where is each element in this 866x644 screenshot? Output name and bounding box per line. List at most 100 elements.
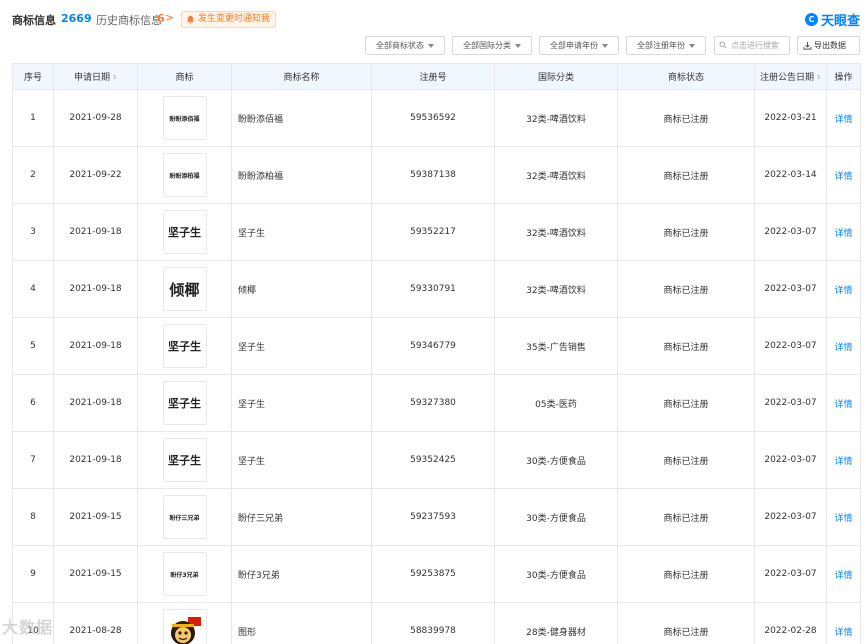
notify-button[interactable]: 发生变更时通知我: [181, 11, 277, 28]
detail-link[interactable]: 详情: [826, 89, 861, 147]
trademark-image[interactable]: 坚子生: [162, 324, 207, 368]
intl-class-filter-dropdown[interactable]: 全部国际分类: [452, 36, 532, 55]
table-row: 4 2021-09-18 倾椰 倾椰 59330791 32类-啤酒饮料 商标已注册 2022…: [12, 260, 861, 318]
trademark-image-text: 坚子生: [168, 454, 201, 467]
cell-reg-no: 59253875: [371, 545, 495, 603]
cell-apply-date: 2021-09-18: [53, 431, 138, 489]
trademark-image[interactable]: 倾椰: [162, 267, 207, 311]
logo-text: 天眼查: [820, 14, 860, 29]
table-row: 8 2021-09-15 盼仔三兄弟 盼仔三兄弟 59237593 30类-方便食品 商标已…: [12, 488, 861, 546]
bell-icon: [186, 15, 195, 24]
cell-pub-date: 2022-03-21: [754, 89, 827, 147]
cell-pub-date: 2022-03-07: [754, 431, 827, 489]
cell-mark: 盼仔三兄弟: [137, 488, 232, 546]
cell-name: 盼仔3兄弟: [231, 545, 372, 603]
cell-no: 2: [12, 146, 54, 204]
cell-intl-class: 32类-啤酒饮料: [494, 260, 618, 318]
col-header-reg-no: 注册号: [371, 63, 495, 90]
sort-icon[interactable]: ⇕: [816, 74, 821, 81]
notify-label: 发生变更时通知我: [198, 14, 271, 24]
cell-no: 1: [12, 89, 54, 147]
cell-name: 坚子生: [231, 431, 372, 489]
detail-link[interactable]: 详情: [826, 317, 861, 375]
detail-link[interactable]: 详情: [826, 431, 861, 489]
cell-pub-date: 2022-02-28: [754, 602, 827, 644]
history-count[interactable]: 6: [157, 12, 165, 25]
detail-link[interactable]: 详情: [826, 602, 861, 644]
cell-mark: 坚子生: [137, 203, 232, 261]
detail-link[interactable]: 详情: [826, 203, 861, 261]
monkey-logo-icon: [170, 617, 201, 644]
caret-down-icon: [428, 43, 434, 48]
cell-apply-date: 2021-09-18: [53, 260, 138, 318]
chevron-right-icon[interactable]: >: [165, 11, 174, 24]
trademark-image[interactable]: 盼仔三兄弟: [162, 495, 207, 539]
search-input[interactable]: 点击进行搜索: [714, 36, 790, 55]
detail-link[interactable]: 详情: [826, 545, 861, 603]
export-label: 导出数据: [814, 41, 846, 50]
cell-status: 商标已注册: [617, 488, 755, 546]
table-row: 10 2021-08-28 图形 58839978 28类-健身器材 商标已注册 2022-…: [12, 602, 861, 644]
cell-intl-class: 30类-方便食品: [494, 488, 618, 546]
trademark-table: 序号 申请日期 ⇕ 商标 商标名称 注册号 国际分类 商标状态 注册公告日期 ⇕ 操…: [12, 63, 861, 644]
table-row: 5 2021-09-18 坚子生 坚子生 59346779 35类-广告销售 商标已注册 20…: [12, 317, 861, 375]
trademark-image[interactable]: 盼盼添佰福: [162, 96, 207, 140]
apply-year-filter-dropdown[interactable]: 全部申请年份: [539, 36, 619, 55]
trademark-image[interactable]: 坚子生: [162, 438, 207, 482]
col-header-intl-class: 国际分类: [494, 63, 618, 90]
detail-link[interactable]: 详情: [826, 488, 861, 546]
watermark: 大数据: [2, 618, 54, 637]
cell-name: 盼仔三兄弟: [231, 488, 372, 546]
detail-link[interactable]: 详情: [826, 374, 861, 432]
page-title: 商标信息: [12, 14, 56, 27]
col-header-status: 商标状态: [617, 63, 755, 90]
col-header-name: 商标名称: [231, 63, 372, 90]
table-row: 6 2021-09-18 坚子生 坚子生 59327380 05类-医药 商标已注册 2022…: [12, 374, 861, 432]
trademark-image[interactable]: 盼仔3兄弟: [162, 552, 207, 596]
cell-pub-date: 2022-03-07: [754, 488, 827, 546]
cell-intl-class: 30类-方便食品: [494, 431, 618, 489]
detail-link[interactable]: 详情: [826, 260, 861, 318]
caret-down-icon: [515, 43, 521, 48]
trademark-image[interactable]: 坚子生: [162, 381, 207, 425]
col-header-mark: 商标: [137, 63, 232, 90]
status-filter-dropdown[interactable]: 全部商标状态: [365, 36, 445, 55]
cell-apply-date: 2021-09-22: [53, 146, 138, 204]
trademark-image[interactable]: 坚子生: [162, 210, 207, 254]
export-button[interactable]: 导出数据: [797, 36, 860, 55]
cell-apply-date: 2021-09-28: [53, 89, 138, 147]
cell-reg-no: 59346779: [371, 317, 495, 375]
trademark-image[interactable]: 盼盼添柏福: [162, 153, 207, 197]
cell-pub-date: 2022-03-07: [754, 374, 827, 432]
reg-year-filter-dropdown[interactable]: 全部注册年份: [626, 36, 706, 55]
cell-apply-date: 2021-09-15: [53, 488, 138, 546]
trademark-image-text: 坚子生: [168, 226, 201, 239]
detail-link[interactable]: 详情: [826, 146, 861, 204]
cell-no: 8: [12, 488, 54, 546]
cell-name: 坚子生: [231, 203, 372, 261]
trademark-image[interactable]: [162, 609, 207, 644]
top-bar: 商标信息 2669 历史商标信息 6 > 发生变更时通知我 C 天眼查: [0, 0, 866, 34]
history-trademark-link[interactable]: 历史商标信息: [96, 12, 162, 28]
table-row: 7 2021-09-18 坚子生 坚子生 59352425 30类-方便食品 商标已注册 20…: [12, 431, 861, 489]
trademark-image-text: 盼仔3兄弟: [170, 571, 199, 579]
table-row: 1 2021-09-28 盼盼添佰福 盼盼添佰福 59536592 32类-啤酒饮料 商标已…: [12, 89, 861, 147]
table-header-row: 序号 申请日期 ⇕ 商标 商标名称 注册号 国际分类 商标状态 注册公告日期 ⇕ 操…: [12, 63, 861, 90]
col-header-pub-date[interactable]: 注册公告日期 ⇕: [754, 63, 827, 90]
cell-status: 商标已注册: [617, 374, 755, 432]
cell-status: 商标已注册: [617, 260, 755, 318]
tianyancha-logo[interactable]: C 天眼查: [804, 10, 860, 29]
cell-no: 3: [12, 203, 54, 261]
col-header-apply-date[interactable]: 申请日期 ⇕: [53, 63, 138, 90]
cell-reg-no: 59536592: [371, 89, 495, 147]
cell-no: 5: [12, 317, 54, 375]
cell-name: 盼盼添柏福: [231, 146, 372, 204]
cell-reg-no: 59327380: [371, 374, 495, 432]
cell-pub-date: 2022-03-14: [754, 146, 827, 204]
cell-no: 7: [12, 431, 54, 489]
sort-icon[interactable]: ⇕: [112, 74, 117, 81]
cell-no: 9: [12, 545, 54, 603]
cell-mark: 坚子生: [137, 431, 232, 489]
cell-status: 商标已注册: [617, 317, 755, 375]
cell-status: 商标已注册: [617, 89, 755, 147]
